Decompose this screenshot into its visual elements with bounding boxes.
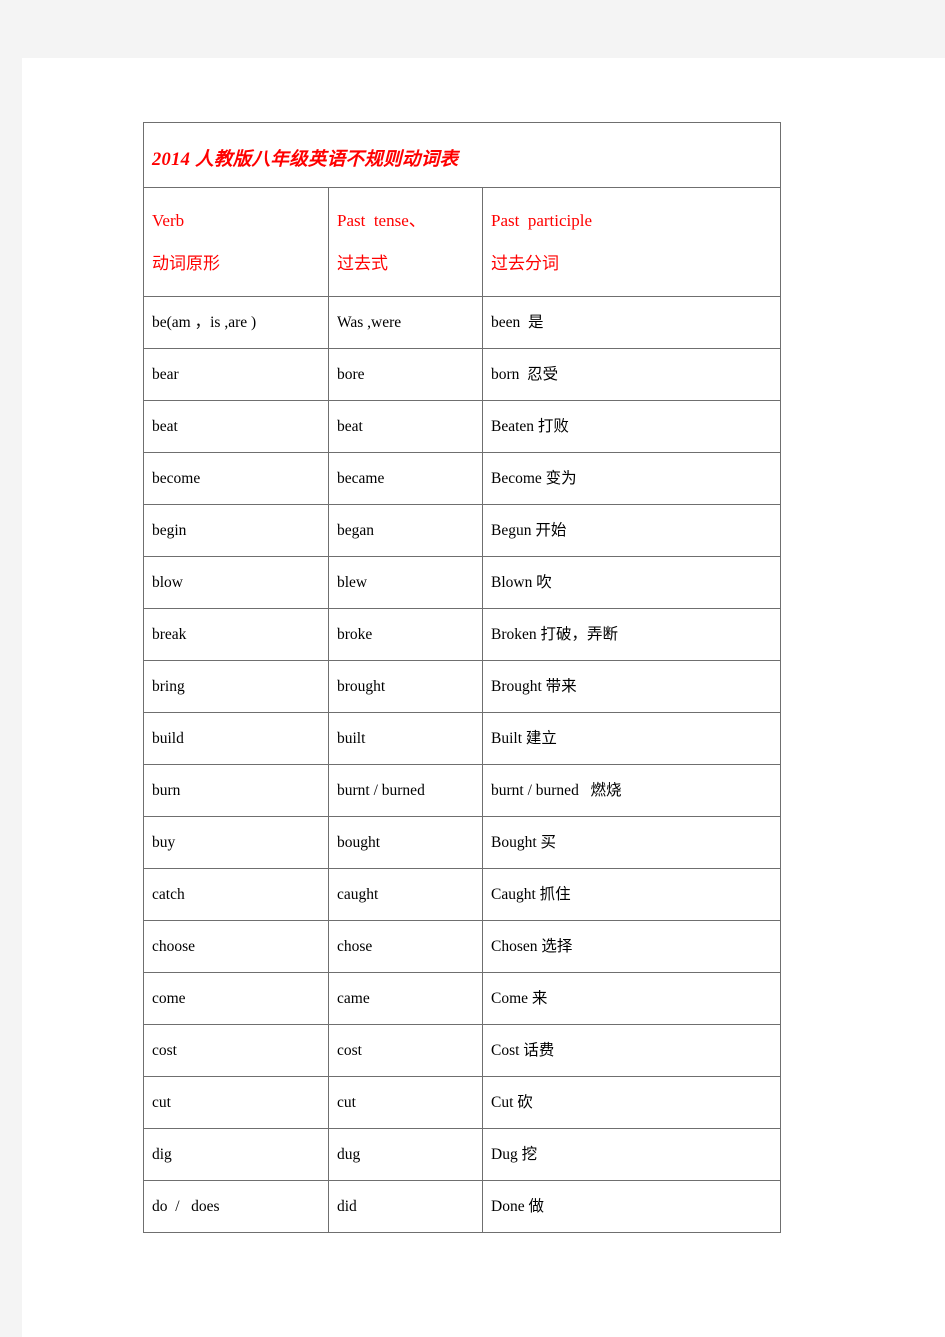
table-header-row: Verb 动词原形 Past tense、 过去式 Past participl…: [143, 187, 782, 297]
cell-past-participle: Begun 开始: [481, 504, 782, 557]
table-row: do / does did Done 做: [143, 1180, 782, 1233]
cell-past-tense: cut: [328, 1076, 483, 1129]
table-row: bear bore born 忍受: [143, 348, 782, 401]
cell-verb: build: [143, 712, 329, 765]
table-row: bring brought Brought 带来: [143, 660, 782, 713]
cell-past-tense: Was ,were: [328, 296, 483, 349]
cell-past-tense: blew: [328, 556, 483, 609]
cell-verb: begin: [143, 504, 329, 557]
cell-verb: buy: [143, 816, 329, 869]
cell-past-participle: Brought 带来: [481, 660, 782, 713]
cell-past-tense: bought: [328, 816, 483, 869]
cell-verb: choose: [143, 920, 329, 973]
cell-past-participle: Come 来: [481, 972, 782, 1025]
cell-verb: cut: [143, 1076, 329, 1129]
column-header-past-participle: Past participle 过去分词: [481, 187, 782, 297]
table-row: break broke Broken 打破，弄断: [143, 608, 782, 661]
table-row: buy bought Bought 买: [143, 816, 782, 869]
cell-verb: burn: [143, 764, 329, 817]
cell-past-tense: came: [328, 972, 483, 1025]
document-page: 2014 人教版八年级英语不规则动词表 Verb 动词原形 Past tense…: [22, 58, 945, 1337]
table-row: cost cost Cost 话费: [143, 1024, 782, 1077]
cell-past-participle: Cut 砍: [481, 1076, 782, 1129]
table-row: blow blew Blown 吹: [143, 556, 782, 609]
irregular-verbs-table: 2014 人教版八年级英语不规则动词表 Verb 动词原形 Past tense…: [142, 122, 782, 1233]
cell-past-tense: burnt / burned: [328, 764, 483, 817]
table-title-cell: 2014 人教版八年级英语不规则动词表: [142, 122, 782, 188]
table-row: beat beat Beaten 打败: [143, 400, 782, 453]
cell-past-tense: chose: [328, 920, 483, 973]
column-header-verb-en: Verb: [152, 210, 185, 230]
cell-past-participle: Done 做: [481, 1180, 782, 1233]
cell-verb: beat: [143, 400, 329, 453]
cell-verb: do / does: [143, 1180, 329, 1233]
cell-past-tense: built: [328, 712, 483, 765]
cell-past-tense: became: [328, 452, 483, 505]
cell-past-participle: burnt / burned 燃烧: [481, 764, 782, 817]
cell-past-participle: Broken 打破，弄断: [481, 608, 782, 661]
column-header-verb-cn: 动词原形: [152, 254, 220, 273]
column-header-past-tense-en: Past tense、: [337, 210, 426, 230]
cell-verb: catch: [143, 868, 329, 921]
cell-verb: cost: [143, 1024, 329, 1077]
cell-past-tense: cost: [328, 1024, 483, 1077]
cell-past-participle: Built 建立: [481, 712, 782, 765]
cell-past-tense: began: [328, 504, 483, 557]
cell-past-participle: Bought 买: [481, 816, 782, 869]
cell-verb: bear: [143, 348, 329, 401]
cell-past-participle: Become 变为: [481, 452, 782, 505]
cell-verb: blow: [143, 556, 329, 609]
column-header-verb: Verb 动词原形: [143, 187, 329, 297]
cell-verb: become: [143, 452, 329, 505]
column-header-past-participle-en: Past participle: [491, 210, 593, 230]
column-header-past-participle-cn: 过去分词: [491, 254, 559, 273]
cell-verb: be(am ，is ,are ): [143, 296, 329, 349]
table-row: build built Built 建立: [143, 712, 782, 765]
table-row: become became Become 变为: [143, 452, 782, 505]
cell-past-tense: beat: [328, 400, 483, 453]
cell-verb: break: [143, 608, 329, 661]
table-row: choose chose Chosen 选择: [143, 920, 782, 973]
cell-past-participle: Caught 抓住: [481, 868, 782, 921]
cell-past-participle: Dug 挖: [481, 1128, 782, 1181]
cell-past-tense: brought: [328, 660, 483, 713]
column-header-past-tense-cn: 过去式: [337, 254, 388, 273]
cell-verb: come: [143, 972, 329, 1025]
table-row: burn burnt / burned burnt / burned 燃烧: [143, 764, 782, 817]
cell-past-participle: Cost 话费: [481, 1024, 782, 1077]
cell-past-tense: broke: [328, 608, 483, 661]
cell-past-participle: Chosen 选择: [481, 920, 782, 973]
cell-past-tense: caught: [328, 868, 483, 921]
table-title-row: 2014 人教版八年级英语不规则动词表: [142, 122, 782, 188]
cell-past-participle: born 忍受: [481, 348, 782, 401]
cell-past-tense: did: [328, 1180, 483, 1233]
table-row: catch caught Caught 抓住: [143, 868, 782, 921]
cell-past-participle: Blown 吹: [481, 556, 782, 609]
cell-past-tense: dug: [328, 1128, 483, 1181]
table-row: begin began Begun 开始: [143, 504, 782, 557]
cell-past-tense: bore: [328, 348, 483, 401]
column-header-past-tense: Past tense、 过去式: [328, 187, 483, 297]
cell-past-participle: Beaten 打败: [481, 400, 782, 453]
table-row: cut cut Cut 砍: [143, 1076, 782, 1129]
table-row: dig dug Dug 挖: [143, 1128, 782, 1181]
cell-verb: dig: [143, 1128, 329, 1181]
cell-verb: bring: [143, 660, 329, 713]
table-body: 2014 人教版八年级英语不规则动词表 Verb 动词原形 Past tense…: [142, 122, 782, 1233]
table-row: come came Come 来: [143, 972, 782, 1025]
page-title: 2014 人教版八年级英语不规则动词表: [152, 149, 459, 170]
table-row: be(am ，is ,are ) Was ,were been 是: [143, 296, 782, 349]
cell-past-participle: been 是: [481, 296, 782, 349]
